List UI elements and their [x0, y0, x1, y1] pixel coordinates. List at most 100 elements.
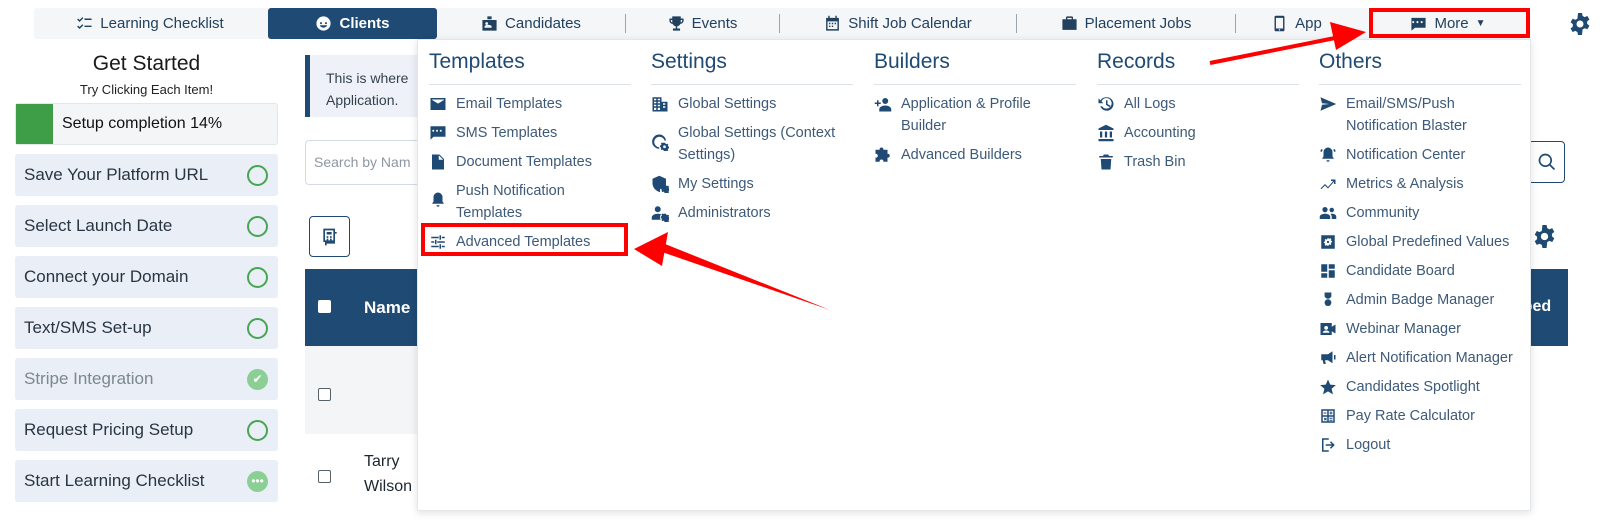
- user-add-icon: [874, 98, 892, 112]
- search-button[interactable]: [1528, 141, 1565, 183]
- search-icon: [1538, 153, 1555, 171]
- trophy-icon: [668, 16, 684, 31]
- briefcase-icon: [1062, 16, 1077, 30]
- globe-gear-icon: [652, 134, 669, 151]
- menu-logout[interactable]: Logout: [1319, 434, 1521, 456]
- builders-column: Builders Application & Profile Builder A…: [874, 50, 1076, 173]
- others-column: Others Email/SMS/Push Notification Blast…: [1319, 50, 1521, 463]
- menu-community[interactable]: Community: [1319, 202, 1521, 224]
- task-request-pricing-setup[interactable]: Request Pricing Setup: [15, 409, 278, 451]
- id-badge-icon: [482, 16, 497, 31]
- puzzle-icon: [875, 147, 890, 162]
- shield-gear-icon: [652, 175, 669, 193]
- dashboard-icon: [1321, 264, 1335, 278]
- menu-push-notification-templates[interactable]: Push Notification Templates: [429, 180, 631, 224]
- nav-shift-job-calendar[interactable]: Shift Job Calendar: [780, 8, 1016, 39]
- star-icon: [1320, 379, 1336, 395]
- envelope-icon: [430, 98, 446, 110]
- calendar-icon: [826, 15, 840, 31]
- menu-metrics-analysis[interactable]: Metrics & Analysis: [1319, 173, 1521, 195]
- get-started-panel: Get Started Try Clicking Each Item! Setu…: [15, 52, 278, 502]
- builders-heading: Builders: [874, 50, 1076, 85]
- menu-application-profile-builder[interactable]: Application & Profile Builder: [874, 93, 1076, 137]
- nav-placement-jobs[interactable]: Placement Jobs: [1017, 8, 1235, 39]
- trend-icon: [1320, 179, 1336, 189]
- menu-alert-notification-manager[interactable]: Alert Notification Manager: [1319, 347, 1521, 369]
- highlight-box-more: [1369, 8, 1530, 38]
- menu-sms-templates[interactable]: SMS Templates: [429, 122, 631, 144]
- get-started-subtitle: Try Clicking Each Item!: [79, 82, 214, 97]
- task-save-platform-url[interactable]: Save Your Platform URL: [15, 154, 278, 196]
- settings-column: Settings Global Settings Global Settings…: [651, 50, 853, 231]
- search-input[interactable]: Search by Nam: [305, 140, 425, 185]
- phone-icon: [1274, 15, 1285, 32]
- row-checkbox[interactable]: [318, 388, 331, 401]
- menu-all-logs[interactable]: All Logs: [1097, 93, 1299, 115]
- menu-trash-bin[interactable]: Trash Bin: [1097, 151, 1299, 173]
- others-heading: Others: [1319, 50, 1521, 85]
- menu-webinar-manager[interactable]: Webinar Manager: [1319, 318, 1521, 340]
- menu-notification-center[interactable]: Notification Center: [1319, 144, 1521, 166]
- people-icon: [1319, 207, 1337, 219]
- nav-app[interactable]: App: [1236, 8, 1357, 39]
- megaphone-icon: [1321, 351, 1336, 364]
- progress-label: Setup completion 14%: [62, 115, 223, 132]
- menu-admin-badge-manager[interactable]: Admin Badge Manager: [1319, 289, 1521, 311]
- menu-administrators[interactable]: Administrators: [651, 202, 853, 224]
- nav-events[interactable]: Events: [626, 8, 779, 39]
- more-dropdown-menu: Templates Email Templates SMS Templates …: [417, 39, 1531, 511]
- menu-candidate-board[interactable]: Candidate Board: [1319, 260, 1521, 282]
- setup-progress: Setup completion 14%: [15, 103, 278, 145]
- menu-document-templates[interactable]: Document Templates: [429, 151, 631, 173]
- records-heading: Records: [1097, 50, 1299, 85]
- menu-advanced-builders[interactable]: Advanced Builders: [874, 144, 1076, 166]
- todo-circle-icon: [247, 419, 268, 441]
- top-nav: Learning Checklist Clients Candidates Ev…: [34, 8, 1526, 39]
- records-column: Records All Logs Accounting Trash Bin: [1097, 50, 1299, 180]
- menu-global-settings-context[interactable]: Global Settings (Context Settings): [651, 122, 853, 166]
- history-icon: [1098, 97, 1114, 111]
- task-connect-domain[interactable]: Connect your Domain: [15, 256, 278, 298]
- user-gear-icon: [651, 206, 669, 222]
- document-icon: [432, 154, 444, 170]
- menu-notification-blaster[interactable]: Email/SMS/Push Notification Blaster: [1319, 93, 1521, 137]
- column-header-name[interactable]: Name: [364, 298, 410, 318]
- menu-accounting[interactable]: Accounting: [1097, 122, 1299, 144]
- row-checkbox[interactable]: [318, 470, 331, 483]
- todo-circle-icon: [247, 215, 268, 237]
- check-circle-icon: ✔: [247, 368, 268, 390]
- todo-circle-icon: [247, 266, 268, 288]
- table-header: Name: [305, 269, 420, 346]
- menu-email-templates[interactable]: Email Templates: [429, 93, 631, 115]
- select-all-checkbox[interactable]: [318, 300, 331, 313]
- calculator-icon: [322, 228, 337, 245]
- menu-global-predefined-values[interactable]: Global Predefined Values: [1319, 231, 1521, 253]
- logout-icon: [1322, 438, 1335, 452]
- table-settings-icon[interactable]: [1532, 224, 1557, 249]
- task-stripe-integration[interactable]: Stripe Integration ✔: [15, 358, 278, 400]
- client-name[interactable]: Tarry Wilson: [364, 449, 412, 499]
- more-dots-icon: •••: [247, 470, 268, 492]
- info-banner: This is where Application.: [305, 55, 425, 117]
- menu-candidates-spotlight[interactable]: Candidates Spotlight: [1319, 376, 1521, 398]
- nav-candidates[interactable]: Candidates: [437, 8, 625, 39]
- badge-icon: [1324, 292, 1332, 307]
- calculator-icon: [1321, 409, 1335, 423]
- checklist-icon: [77, 17, 92, 30]
- face-icon: [316, 16, 332, 31]
- task-text-sms-setup[interactable]: Text/SMS Set-up: [15, 307, 278, 349]
- menu-my-settings[interactable]: My Settings: [651, 173, 853, 195]
- table-view-button[interactable]: [309, 216, 350, 257]
- task-start-learning-checklist[interactable]: Start Learning Checklist •••: [15, 460, 278, 502]
- bell-icon: [432, 192, 444, 207]
- menu-global-settings[interactable]: Global Settings: [651, 93, 853, 115]
- bank-icon: [1098, 124, 1114, 142]
- progress-fill: [16, 104, 53, 144]
- nav-clients[interactable]: Clients: [268, 8, 437, 39]
- gear-icon[interactable]: [1568, 12, 1592, 36]
- todo-circle-icon: [247, 164, 268, 186]
- get-started-title: Get Started: [92, 52, 201, 75]
- nav-learning-checklist[interactable]: Learning Checklist: [34, 8, 266, 39]
- menu-pay-rate-calculator[interactable]: Pay Rate Calculator: [1319, 405, 1521, 427]
- task-select-launch-date[interactable]: Select Launch Date: [15, 205, 278, 247]
